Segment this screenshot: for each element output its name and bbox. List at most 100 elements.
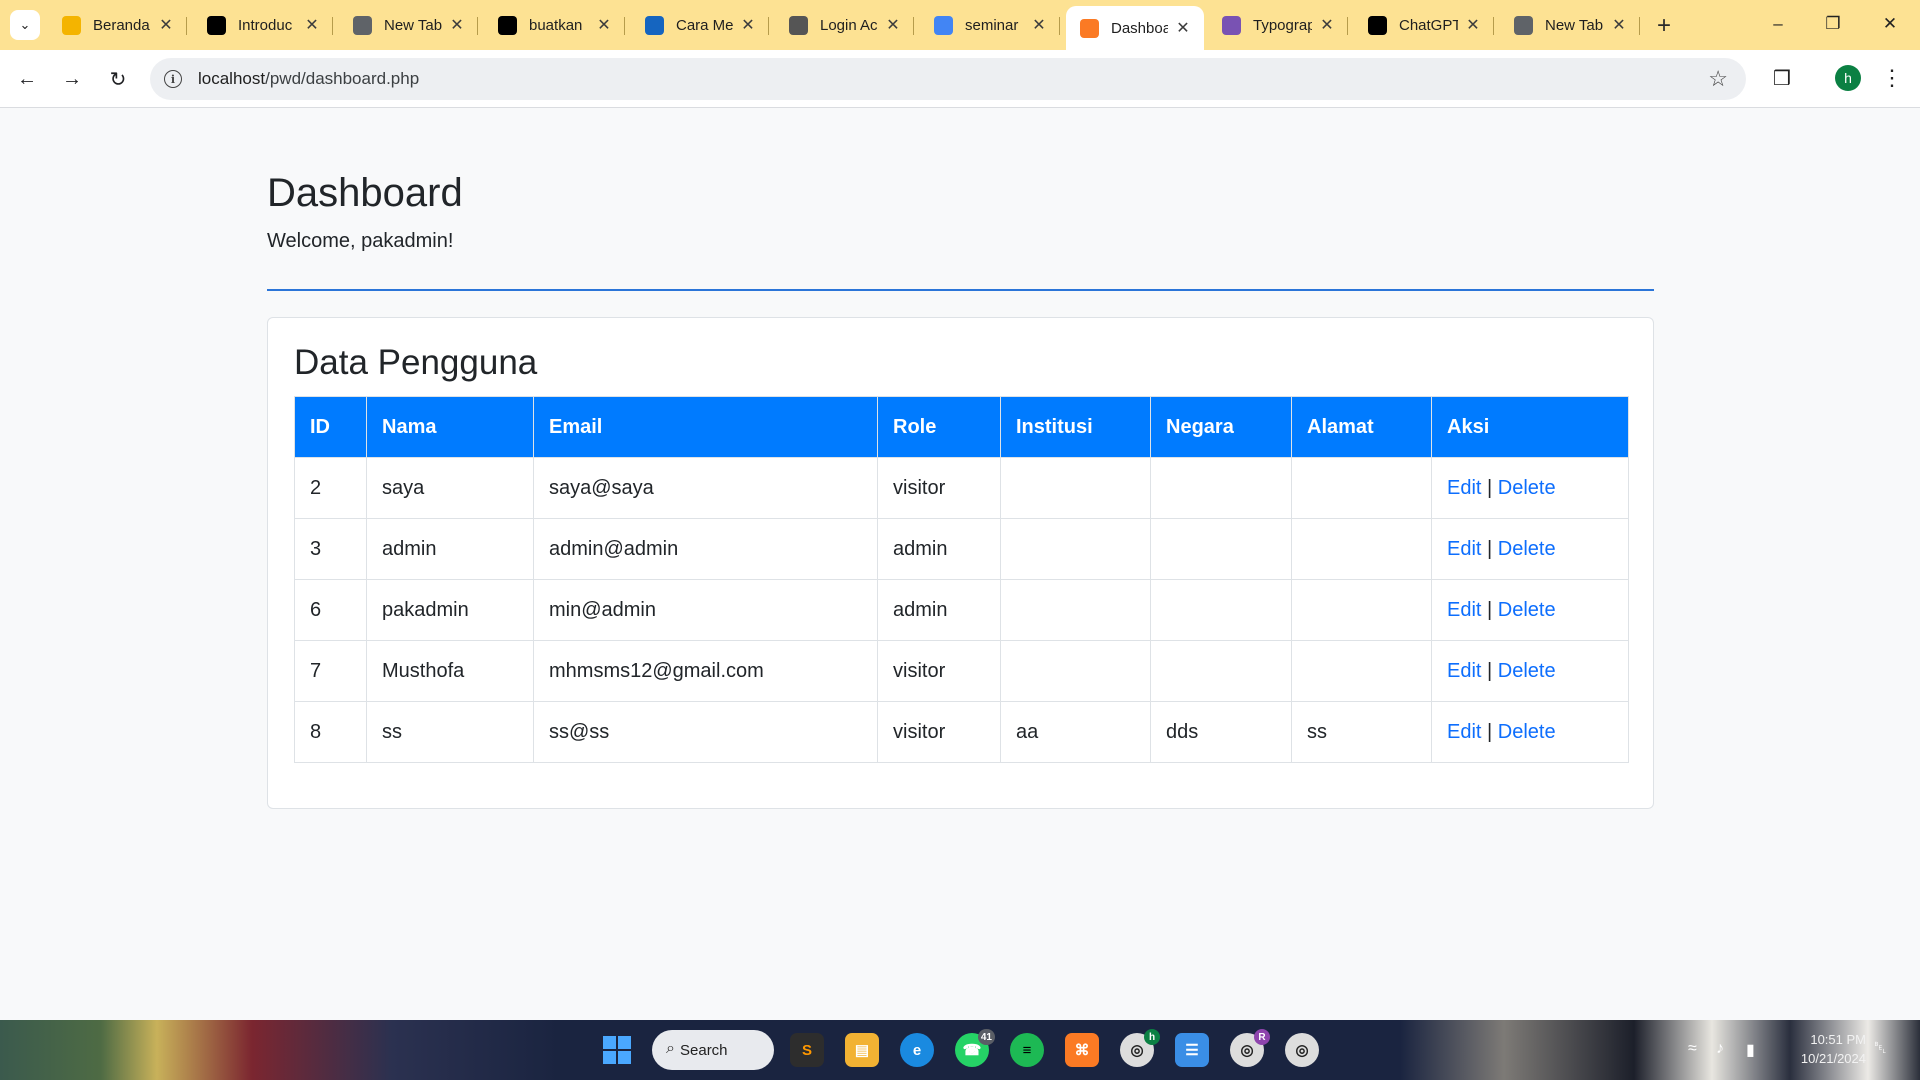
chrome-icon[interactable]: ◎ xyxy=(1285,1033,1319,1067)
tab-close-icon[interactable]: ✕ xyxy=(1464,16,1482,34)
spotify-icon[interactable]: ≡ xyxy=(1010,1033,1044,1067)
edit-link[interactable]: Edit xyxy=(1447,721,1481,743)
file-explorer-icon[interactable]: ▤ xyxy=(845,1033,879,1067)
clock[interactable]: 10:51 PM 10/21/2024 xyxy=(1782,1030,1866,1068)
reload-icon: ↻ xyxy=(109,68,127,91)
whatsapp-icon[interactable]: ☎ 41 xyxy=(955,1029,995,1067)
edit-link[interactable]: Edit xyxy=(1447,477,1481,499)
cell-role: visitor xyxy=(877,640,1001,702)
delete-link[interactable]: Delete xyxy=(1498,538,1556,560)
edit-link[interactable]: Edit xyxy=(1447,599,1481,621)
xampp-icon[interactable]: ⌘ xyxy=(1065,1033,1099,1067)
extensions-button[interactable]: ❒ xyxy=(1768,64,1796,92)
restore-icon: ❐ xyxy=(1825,14,1841,33)
close-window-button[interactable]: ✕ xyxy=(1870,8,1910,40)
tab-close-icon[interactable]: ✕ xyxy=(157,16,175,34)
edit-link[interactable]: Edit xyxy=(1447,538,1481,560)
tab-close-icon[interactable]: ✕ xyxy=(448,16,466,34)
tab-4[interactable]: buatkan ✕ xyxy=(484,6,625,44)
edge-icon[interactable]: e xyxy=(900,1033,934,1067)
tab-label: Typograp xyxy=(1253,16,1312,34)
new-tab-button[interactable]: + xyxy=(1650,12,1678,40)
tab-label: ChatGPT xyxy=(1399,16,1458,34)
tab-label: New Tab xyxy=(384,16,442,34)
clock-time: 10:51 PM xyxy=(1810,1032,1866,1047)
volume-icon[interactable]: ♪ xyxy=(1716,1040,1724,1058)
tab-close-icon[interactable]: ✕ xyxy=(595,16,613,34)
delete-link[interactable]: Delete xyxy=(1498,721,1556,743)
start-button[interactable] xyxy=(603,1036,631,1064)
forward-button[interactable]: → xyxy=(57,64,87,94)
cell-email: ss@ss xyxy=(533,701,878,763)
cell-nama: Musthofa xyxy=(366,640,534,702)
tab-11[interactable]: New Tab ✕ xyxy=(1500,6,1640,44)
clock-date: 10/21/2024 xyxy=(1800,1051,1866,1066)
notification-bell-icon[interactable]: ␇ xyxy=(1874,1040,1887,1058)
url-path: /pwd/dashboard.php xyxy=(265,69,420,88)
tab-label: Login Ac xyxy=(820,16,878,34)
back-button[interactable]: ← xyxy=(12,64,42,94)
delete-link[interactable]: Delete xyxy=(1498,599,1556,621)
taskbar-search[interactable]: ⌕ Search xyxy=(652,1030,774,1070)
tab-2[interactable]: Introduc ✕ xyxy=(193,6,333,44)
header-alamat: Alamat xyxy=(1291,396,1432,458)
url-text[interactable]: localhost/pwd/dashboard.php xyxy=(198,69,419,89)
delete-link[interactable]: Delete xyxy=(1498,660,1556,682)
tab-close-icon[interactable]: ✕ xyxy=(739,16,757,34)
arrow-left-icon: ← xyxy=(17,67,37,90)
bookmark-star-icon[interactable]: ☆ xyxy=(1708,66,1728,92)
tab-6[interactable]: Login Ac ✕ xyxy=(775,6,914,44)
tab-label: Beranda xyxy=(93,16,150,34)
table-row: 7 Musthofa mhmsms12@gmail.com visitor Edit |… xyxy=(294,640,1629,702)
action-separator: | xyxy=(1487,537,1493,560)
tab-separator xyxy=(1347,17,1348,35)
address-bar[interactable]: i localhost/pwd/dashboard.php ☆ xyxy=(150,58,1746,100)
cell-id: 2 xyxy=(294,457,367,519)
cell-alamat xyxy=(1291,457,1432,519)
tab-10[interactable]: ChatGPT ✕ xyxy=(1354,6,1494,44)
tab-label: Cara Me xyxy=(676,16,733,34)
cell-aksi: Edit | Delete xyxy=(1431,701,1629,763)
wifi-icon[interactable]: ≈ xyxy=(1688,1040,1697,1058)
cell-nama: saya xyxy=(366,457,534,519)
chevron-down-icon: ⌄ xyxy=(19,17,31,32)
tab-close-icon[interactable]: ✕ xyxy=(1610,16,1628,34)
more-vertical-icon: ⋮ xyxy=(1881,65,1903,90)
tab-separator xyxy=(332,17,333,35)
cell-id: 8 xyxy=(294,701,367,763)
tab-close-icon[interactable]: ✕ xyxy=(303,16,321,34)
chrome-profile-h-icon[interactable]: ◎ h xyxy=(1120,1029,1160,1067)
cell-role: visitor xyxy=(877,701,1001,763)
restore-button[interactable]: ❐ xyxy=(1813,8,1853,40)
header-nama: Nama xyxy=(366,396,534,458)
tab-close-icon[interactable]: ✕ xyxy=(884,16,902,34)
tab-3[interactable]: New Tab ✕ xyxy=(339,6,478,44)
tab-search-button[interactable]: ⌄ xyxy=(10,10,40,40)
tab-5[interactable]: Cara Me ✕ xyxy=(631,6,769,44)
delete-link[interactable]: Delete xyxy=(1498,477,1556,499)
site-info-icon[interactable]: i xyxy=(164,70,182,88)
tab-close-icon[interactable]: ✕ xyxy=(1318,16,1336,34)
reload-button[interactable]: ↻ xyxy=(103,64,133,94)
tab-1[interactable]: Beranda ✕ xyxy=(48,6,187,44)
cell-aksi: Edit | Delete xyxy=(1431,640,1629,702)
notepad-icon[interactable]: ☰ xyxy=(1175,1033,1209,1067)
battery-icon[interactable]: ▮ xyxy=(1746,1040,1755,1060)
tab-8[interactable]: Dashboa ✕ xyxy=(1066,6,1204,50)
tab-separator xyxy=(1493,17,1494,35)
chrome-profile-r-icon[interactable]: ◎ R xyxy=(1230,1029,1270,1067)
tab-separator xyxy=(186,17,187,35)
tab-close-icon[interactable]: ✕ xyxy=(1174,19,1192,37)
browser-menu-button[interactable]: ⋮ xyxy=(1880,64,1904,92)
tab-close-icon[interactable]: ✕ xyxy=(1030,16,1048,34)
edit-link[interactable]: Edit xyxy=(1447,660,1481,682)
sublime-text-icon[interactable]: S xyxy=(790,1033,824,1067)
action-separator: | xyxy=(1487,720,1493,743)
tab-7[interactable]: seminar ✕ xyxy=(920,6,1060,44)
cell-institusi xyxy=(1000,579,1151,641)
minimize-button[interactable]: – xyxy=(1758,8,1798,40)
profile-avatar[interactable]: h xyxy=(1835,65,1861,91)
puzzle-icon: ❒ xyxy=(1773,67,1791,90)
tab-9[interactable]: Typograp ✕ xyxy=(1208,6,1348,44)
cell-nama: admin xyxy=(366,518,534,580)
